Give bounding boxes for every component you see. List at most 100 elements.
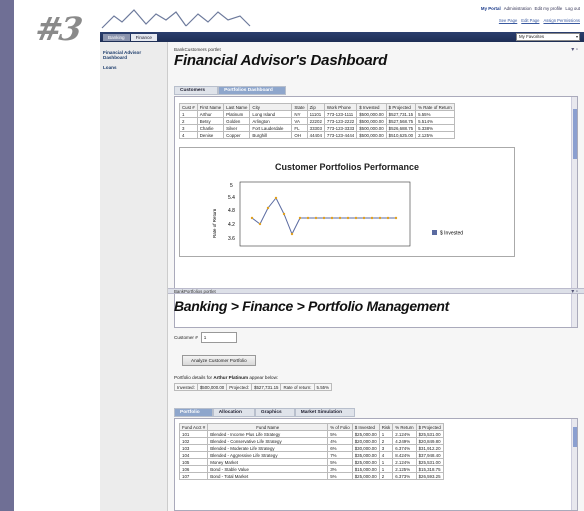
cell: 6.374% (392, 444, 417, 452)
cell: Blended - Aggressive Life Strategy (207, 451, 329, 459)
cell: 2.124% (392, 458, 417, 466)
tab-portfolio[interactable]: Portfolio (174, 408, 213, 417)
customers-table: Cust # First Name Last Name City State Z… (179, 103, 455, 139)
cell: VA (291, 117, 308, 125)
cell: 1 (378, 465, 394, 473)
assign-permissions-link[interactable]: Assign Permissions (543, 18, 580, 23)
sidebar-item-loans[interactable]: Loans (100, 63, 167, 72)
administration-link[interactable]: Administration (504, 6, 532, 11)
tab-market-simulation[interactable]: Market Simulation (294, 408, 356, 417)
cell: $25,531.00 (415, 458, 444, 466)
cell: $20,000.00 (351, 437, 380, 445)
cell: 5.338% (415, 124, 455, 132)
my-portal-link[interactable]: My Portal (481, 6, 501, 11)
cell: Arlington (249, 117, 293, 125)
cell: 773-123-3333 (323, 124, 358, 132)
cell: FL (291, 124, 308, 132)
scrollbar[interactable] (571, 419, 577, 510)
cell: $25,000.00 (351, 472, 380, 480)
summary-label: Invested: (174, 383, 198, 391)
cell: 2.124% (392, 430, 417, 438)
table-row[interactable]: 106 Bond - Stable Value 3% $15,000.00 1 2.125… (178, 465, 444, 473)
cell: $25,000.00 (351, 430, 380, 438)
cell: $500,000.00 (356, 124, 387, 132)
table-row[interactable]: 1 Arthur Platinum Long Island NY 11101 773-123… (179, 110, 455, 118)
cell: Silver (223, 124, 251, 132)
cell: 1 (378, 430, 394, 438)
col-header: Last Name (223, 103, 251, 111)
portlet-controls[interactable]: ▾ ▫ (571, 46, 578, 53)
sidebar-item-dashboard[interactable]: Financial Advisor Dashboard (100, 48, 167, 63)
customer-label: Customer # (174, 335, 198, 340)
page-title: Financial Advisor's Dashboard (174, 52, 388, 69)
cell: 773-123-4444 (323, 131, 358, 139)
col-header: Fund Name (207, 423, 329, 431)
cell: 105 (178, 458, 209, 466)
tab-finance[interactable]: Finance (130, 33, 157, 41)
edit-profile-link[interactable]: Edit my profile (535, 6, 563, 11)
table-row[interactable]: 104 Blended - Aggressive Life Strategy 7% $… (178, 451, 444, 459)
table-row[interactable]: 107 Bond - Total Market 5% $25,000.00 2 6.373… (178, 472, 444, 480)
cell: 2.125% (392, 465, 417, 473)
cell: $37,948.40 (415, 451, 444, 459)
cell: 33303 (306, 124, 325, 132)
cell: 5.55% (415, 110, 455, 118)
portfolio-panel: Fund Acct # Fund Name % of Folio $ Inves… (174, 418, 578, 511)
cell: 103 (178, 444, 209, 452)
cell: 4 (378, 451, 394, 459)
summary-value: 5.55% (313, 383, 332, 391)
see-page-link[interactable]: See Page (499, 18, 517, 23)
cell: $26,593.25 (415, 472, 444, 480)
cell: 3 (378, 444, 394, 452)
table-row[interactable]: 4 Denise Copper Burghill OH 44404 773-123-4444… (179, 131, 455, 139)
table-row[interactable]: 2 Betsy Golden Arlington VA 22202 773-123-2222… (179, 117, 455, 125)
cell: 101 (178, 430, 209, 438)
cell: 2 (378, 472, 394, 480)
portfolio-summary: Invested: $500,000.00 Projected: $527,73… (174, 383, 332, 391)
col-header: Cust # (179, 103, 198, 111)
details-prefix: Portfolio details for (174, 375, 213, 380)
mountain-graphic (101, 9, 251, 29)
cell: Fort Lauderdale (249, 124, 293, 132)
cell: Copper (223, 131, 251, 139)
tab-portfolios-dashboard[interactable]: Portfolios Dashboard (218, 86, 286, 95)
col-header: % of Folio (327, 423, 353, 431)
table-row[interactable]: 3 Charlie Silver Fort Lauderdale FL 33303 773-… (179, 124, 455, 132)
cell: Burghill (249, 131, 293, 139)
table-row[interactable]: 102 Blended - Conservative Life Strategy 4… (178, 437, 444, 445)
cell: $15,000.00 (351, 465, 380, 473)
cell: $500,000.00 (356, 131, 387, 139)
tab-banking[interactable]: Banking (103, 33, 130, 41)
tab-allocation[interactable]: Allocation (212, 408, 255, 417)
cell: Charlie (196, 124, 225, 132)
cell: $500,000.00 (356, 110, 387, 118)
y-tick: 5 (230, 183, 233, 189)
table-row[interactable]: 105 Money Market 5% $25,000.00 1 2.124% $25,53… (178, 458, 444, 466)
funds-table: Fund Acct # Fund Name % of Folio $ Inves… (178, 423, 444, 480)
tab-graphics[interactable]: Graphics (254, 408, 295, 417)
col-header: Fund Acct # (178, 423, 209, 431)
portlet-controls[interactable]: ▾ ▫ (571, 288, 578, 295)
favorites-select[interactable]: My Favorites ▾ (516, 33, 580, 41)
table-row[interactable]: 101 Blended - Income Plus Life Strategy 5%… (178, 430, 444, 438)
tab-customers[interactable]: Customers (174, 86, 219, 95)
cell: Blended - Income Plus Life Strategy (207, 430, 329, 438)
analyze-portfolio-button[interactable]: Analyze Customer Portfolio (182, 355, 256, 366)
cell: 4 (179, 131, 198, 139)
cell: $527,568.75 (385, 117, 417, 125)
cell: 773-123-1111 (323, 110, 358, 118)
legend-label: $ Invested (440, 231, 463, 237)
cell: 104 (178, 451, 209, 459)
cell: $510,625.00 (385, 131, 417, 139)
top-links: My Portal Administration Edit my profile… (481, 6, 580, 11)
cell: NY (291, 110, 308, 118)
col-header: $ Invested (351, 423, 380, 431)
cell: 11101 (306, 110, 325, 118)
table-row[interactable]: 103 Blended - Moderate Life Strategy 6% $30… (178, 444, 444, 452)
cell: Long Island (249, 110, 293, 118)
y-tick: 4.2 (228, 222, 235, 228)
edit-page-link[interactable]: Edit Page (521, 18, 539, 23)
customer-input[interactable]: 1 (200, 332, 237, 343)
cell: 44404 (306, 131, 325, 139)
logout-link[interactable]: Log out (565, 6, 580, 11)
